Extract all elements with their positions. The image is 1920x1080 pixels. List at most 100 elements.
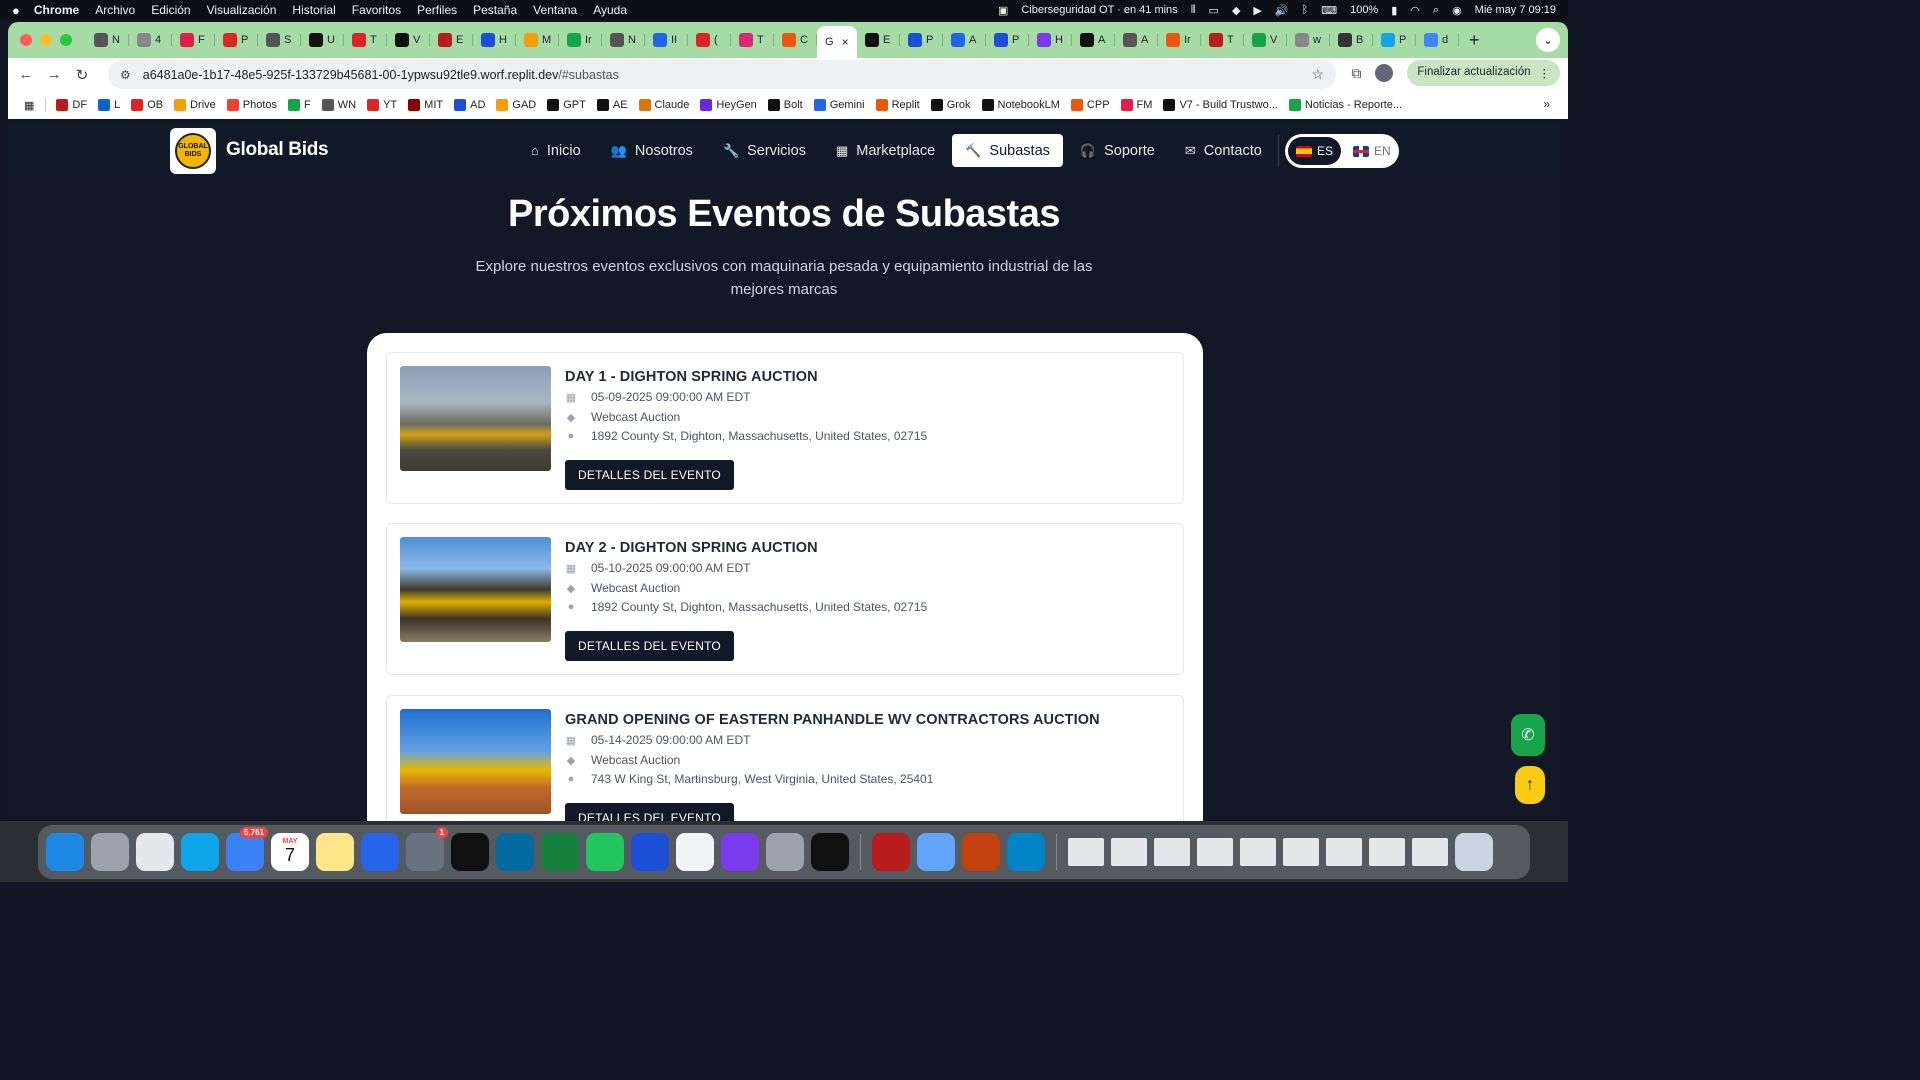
browser-tab[interactable]: E [857,27,900,53]
keyboard-icon[interactable]: ⌨ [1321,4,1337,17]
event-title[interactable]: DAY 1 - DIGHTON SPRING AUCTION [565,369,818,385]
bookmark-item[interactable]: Drive [174,99,216,111]
clock[interactable]: Mié may 7 09:19 [1475,4,1556,16]
spotify-dock-icon[interactable] [451,833,489,871]
active-tab[interactable]: G × [817,26,857,58]
more-bookmarks-icon[interactable]: » [1543,97,1550,111]
event-details-button[interactable]: DETALLES DEL EVENTO [565,460,734,490]
site-info-icon[interactable]: ⚙ [120,68,131,82]
minimize-window-button[interactable] [40,34,52,46]
calendar-event-text[interactable]: Ciberseguridad OT · en 41 mins [1021,4,1177,16]
browser-tab[interactable]: U [301,27,344,53]
nav-nosotros[interactable]: 👥 Nosotros [598,134,706,167]
minimized-window-thumbnail[interactable] [1412,838,1448,866]
bookmark-item[interactable]: Noticias - Reporte... [1288,99,1402,111]
play-icon[interactable]: ▶ [1253,4,1261,17]
pencil-dock-icon[interactable] [766,833,804,871]
browser-tab[interactable]: II [645,27,688,53]
wifi-icon[interactable]: ◠ [1410,4,1420,17]
menu-perfiles[interactable]: Perfiles [417,3,457,17]
browser-tab[interactable]: N [602,27,645,53]
browser-tab[interactable]: B [1330,27,1373,53]
battery-percent[interactable]: 100% [1350,4,1378,16]
browser-tab[interactable]: ( [688,27,731,53]
acrobat-dock-icon[interactable] [872,833,910,871]
browser-tab[interactable]: 4 [129,27,172,53]
safari-dock-icon[interactable] [181,833,219,871]
control-center-icon[interactable]: ◉ [1452,4,1462,17]
lang-es-button[interactable]: ES [1288,137,1342,165]
app-status-icon[interactable]: ◆ [1232,4,1240,17]
bookmark-item[interactable]: HeyGen [700,99,757,111]
browser-tab[interactable]: A [1115,27,1158,53]
forward-button[interactable]: → [40,66,68,83]
powerpoint-dock-icon[interactable] [962,833,1000,871]
bookmark-item[interactable]: NotebookLM [981,99,1060,111]
menu-pestana[interactable]: Pestaña [473,3,517,17]
minimized-window-thumbnail[interactable] [1154,838,1190,866]
browser-tab[interactable]: P [900,27,943,53]
bookmark-item[interactable]: Bolt [767,99,803,111]
minimized-window-thumbnail[interactable] [1326,838,1362,866]
bookmark-item[interactable]: F [288,99,311,111]
event-details-button[interactable]: DETALLES DEL EVENTO [565,631,734,661]
menu-ayuda[interactable]: Ayuda [593,3,627,17]
browser-tab[interactable]: T [1201,27,1244,53]
calendar-event-icon[interactable]: ▣ [998,4,1008,17]
bookmark-item[interactable]: OB [131,99,163,111]
new-tab-button[interactable]: + [1469,30,1480,51]
bookmark-item[interactable]: WN [321,99,356,111]
bookmark-item[interactable]: AE [596,99,628,111]
browser-tab[interactable]: P [1373,27,1416,53]
7-day-dock-icon[interactable] [676,833,714,871]
menu-historial[interactable]: Historial [292,3,335,17]
browser-tab[interactable]: Ir [1158,27,1201,53]
menu-app-name[interactable]: Chrome [34,3,79,17]
word-dock-icon[interactable] [631,833,669,871]
minimized-window-thumbnail[interactable] [1240,838,1276,866]
nav-servicios[interactable]: 🔧 Servicios [710,134,819,167]
spotlight-search-icon[interactable]: ⌕ [1433,4,1439,17]
zoom-window-button[interactable] [60,34,72,46]
close-window-button[interactable] [20,34,32,46]
preview-dock-icon[interactable] [917,833,955,871]
event-image[interactable] [400,366,551,471]
event-details-button[interactable]: DETALLES DEL EVENTO [565,803,734,821]
bookmark-item[interactable]: GAD [496,99,536,111]
browser-tab[interactable]: d [1416,27,1459,53]
minimized-window-thumbnail[interactable] [1283,838,1319,866]
browser-tab[interactable]: M [516,27,559,53]
reload-button[interactable]: ↻ [68,66,96,84]
extensions-icon[interactable]: ⧉ [1351,65,1361,82]
browser-tab[interactable]: V [387,27,430,53]
minimized-window-thumbnail[interactable] [1369,838,1405,866]
browser-tab[interactable]: S [258,27,301,53]
vscode-dock-icon[interactable] [1007,833,1045,871]
browser-tab[interactable]: P [986,27,1029,53]
display-icon[interactable]: ▭ [1209,4,1219,17]
browser-tab[interactable]: E [430,27,473,53]
nav-subastas[interactable]: 🔨 Subastas [952,134,1063,167]
browser-tab[interactable]: H [473,27,516,53]
volume-icon[interactable]: 🔊 [1275,4,1289,17]
bookmark-item[interactable]: V7 - Build Trustwo... [1163,99,1278,111]
apple-icon[interactable]: ● [12,3,20,18]
menu-favoritos[interactable]: Favoritos [352,3,401,17]
minimized-window-thumbnail[interactable] [1068,838,1104,866]
apps-grid-icon[interactable]: ▦ [24,99,34,112]
browser-tab[interactable]: A [1072,27,1115,53]
bookmark-item[interactable]: Claude [638,99,689,111]
blocks-dock-icon[interactable] [811,833,849,871]
nav-contacto[interactable]: ✉ Contacto [1172,134,1275,167]
update-button[interactable]: Finalizar actualización ⋮ [1407,60,1560,86]
whatsapp-dock-icon[interactable] [586,833,624,871]
nav-inicio[interactable]: ⌂ Inicio [518,134,594,167]
browser-tab[interactable]: N [86,27,129,53]
browser-tab[interactable]: F [172,27,215,53]
bookmark-item[interactable]: CPP [1070,99,1110,111]
minimized-window-thumbnail[interactable] [1197,838,1233,866]
bookmark-item[interactable]: FM [1120,99,1152,111]
bookmark-item[interactable]: Gemini [813,99,865,111]
event-title[interactable]: GRAND OPENING OF EASTERN PANHANDLE WV CO… [565,712,1100,728]
bookmark-item[interactable]: AD [454,99,485,111]
